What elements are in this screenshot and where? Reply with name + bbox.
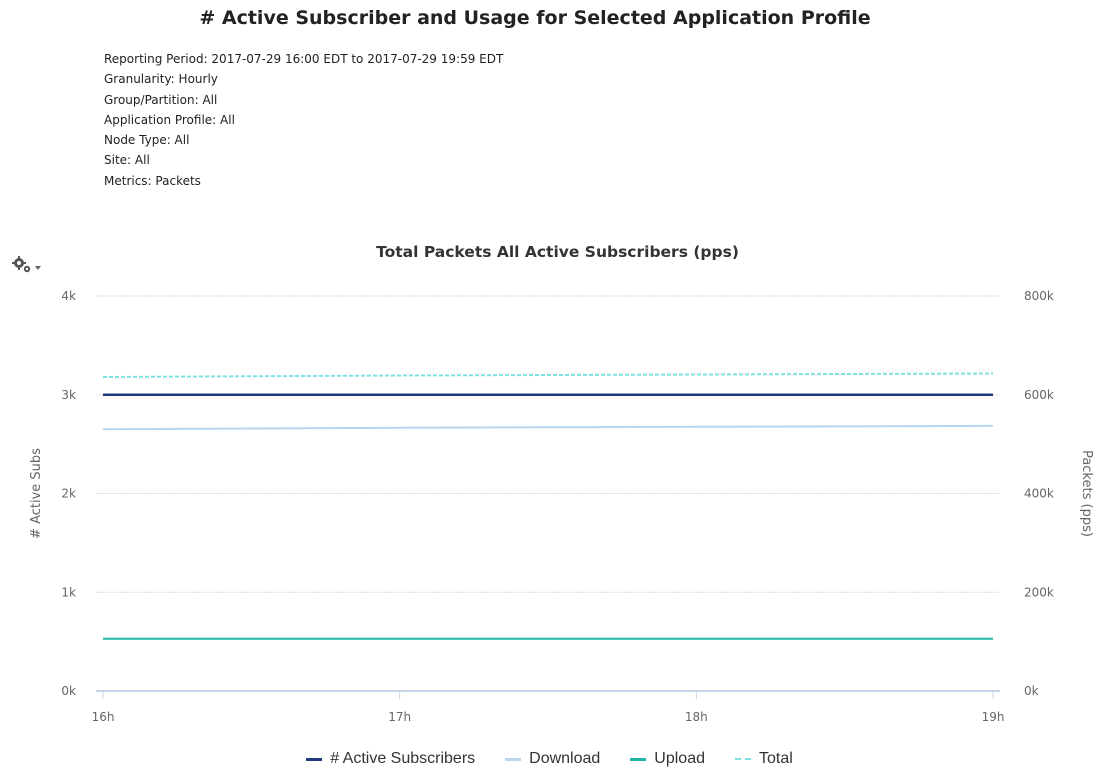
legend-label: Upload — [654, 750, 705, 767]
y-right-tick-label: 800k — [1024, 289, 1054, 303]
x-tick-label: 19h — [982, 710, 1005, 724]
x-tick-label: 17h — [388, 710, 411, 724]
legend-label: Download — [529, 750, 601, 767]
legend-swatch — [505, 757, 522, 761]
y-left-tick-label: 4k — [61, 289, 76, 303]
y-right-axis-title: Packets (pps) — [1079, 450, 1094, 537]
legend-item-download[interactable]: Download — [505, 750, 600, 768]
legend-item-active-subscribers[interactable]: # Active Subscribers — [306, 750, 475, 768]
legend-item-upload[interactable]: Upload — [630, 750, 705, 768]
y-right-tick-label: 400k — [1024, 487, 1054, 501]
y-left-tick-label: 2k — [61, 487, 76, 501]
y-right-tick-label: 200k — [1024, 585, 1054, 599]
x-tick-label: 16h — [92, 710, 115, 724]
y-left-axis-title: # Active Subs — [29, 448, 44, 539]
chart-plot: 0k 0k 1k 200k 2k 400k 3k 600k 4k 800k 16h 17h 18h 19h… — [29, 289, 1094, 724]
series-line-download — [102, 424, 994, 431]
y-right-tick-label: 600k — [1024, 388, 1054, 402]
legend-swatch — [735, 758, 751, 760]
y-left-tick-label: 0k — [61, 684, 76, 698]
y-right-tick-label: 0k — [1024, 684, 1039, 698]
y-left-tick-label: 1k — [61, 585, 76, 599]
legend-label: # Active Subscribers — [330, 750, 476, 767]
legend-item-total[interactable]: Total — [735, 750, 793, 768]
legend-label: Total — [759, 750, 793, 767]
legend-swatch — [630, 757, 647, 761]
x-tick-label: 18h — [685, 710, 708, 724]
chart-legend: # Active Subscribers Download Upload Total — [0, 750, 1099, 768]
y-left-tick-label: 3k — [61, 388, 76, 402]
series-line-total — [102, 372, 994, 378]
legend-swatch — [306, 757, 323, 761]
